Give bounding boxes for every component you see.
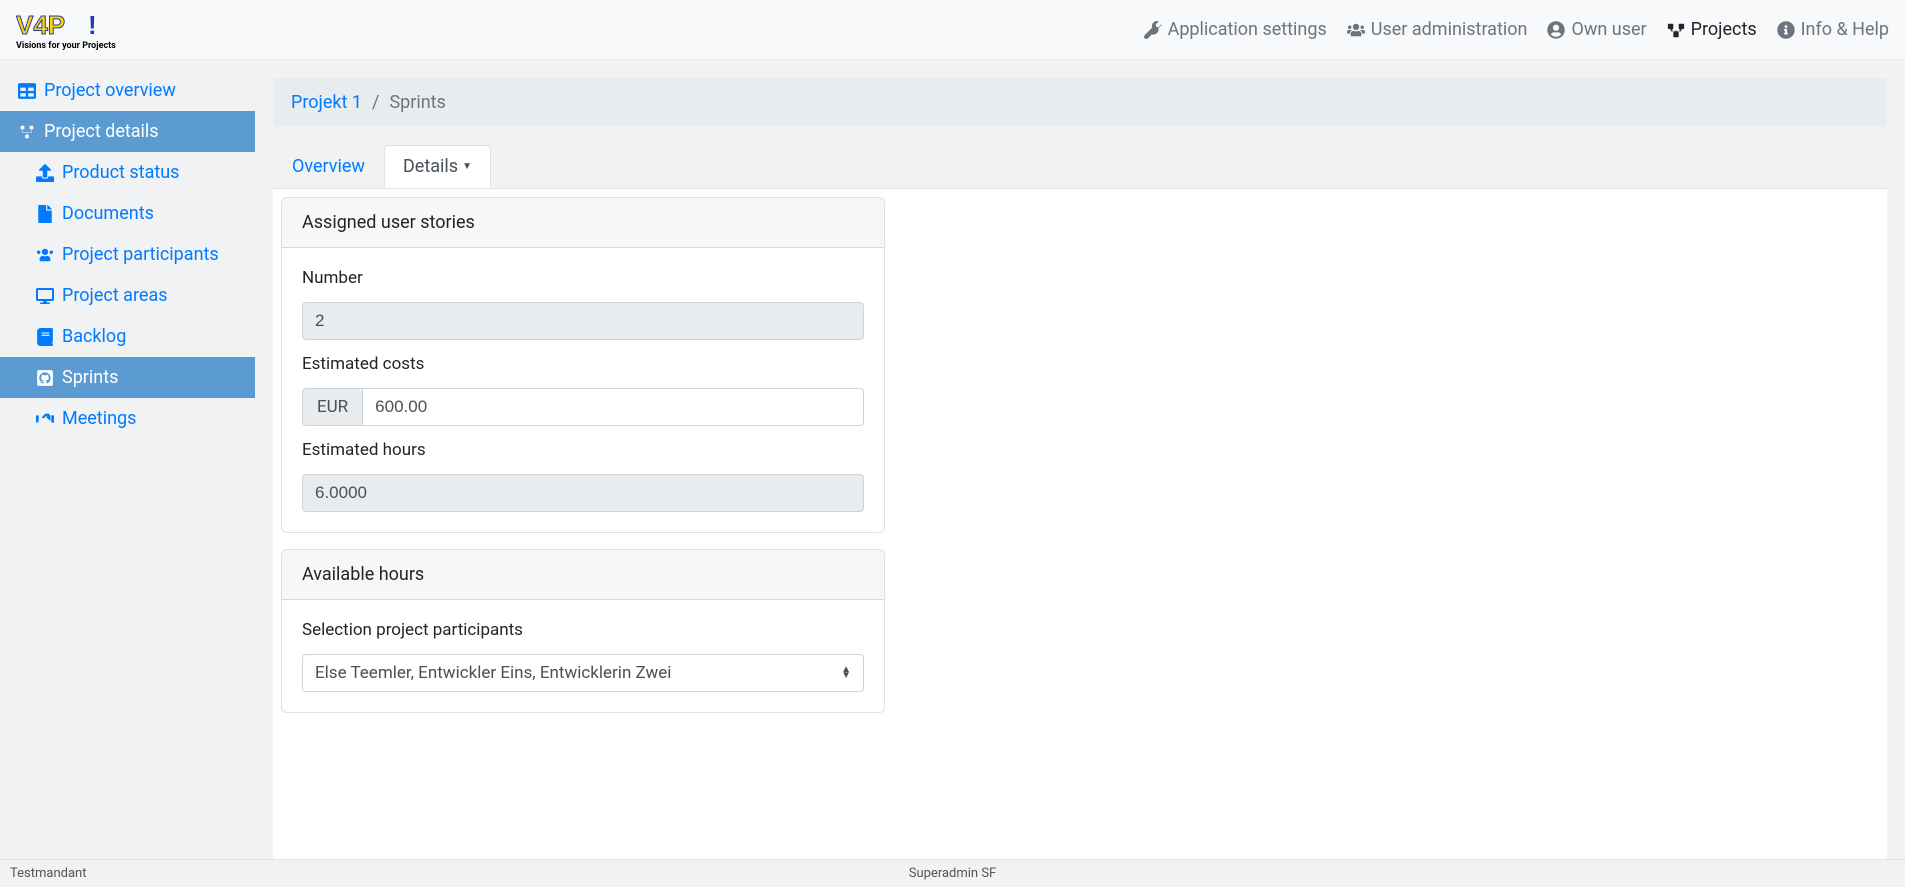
sidebar-label: Backlog bbox=[62, 326, 126, 347]
field-number bbox=[302, 302, 864, 340]
nav-projects[interactable]: Projects bbox=[1667, 19, 1757, 40]
wrench-icon bbox=[1144, 21, 1162, 39]
label-selection-participants: Selection project participants bbox=[302, 620, 864, 640]
info-circle-icon bbox=[1777, 21, 1795, 39]
breadcrumb-current: Sprints bbox=[389, 92, 445, 113]
nav-app-settings[interactable]: Application settings bbox=[1144, 19, 1327, 40]
card-assigned-user-stories: Assigned user stories Number Estimated c… bbox=[281, 197, 885, 533]
nav-label: Projects bbox=[1691, 19, 1757, 40]
sidebar-label: Sprints bbox=[62, 367, 118, 388]
nav-user-admin[interactable]: User administration bbox=[1347, 19, 1528, 40]
tab-label: Overview bbox=[292, 156, 365, 177]
label-number: Number bbox=[302, 268, 864, 288]
currency-prefix: EUR bbox=[302, 388, 362, 426]
footer-user: Superadmin SF bbox=[909, 866, 997, 881]
sidebar-item-backlog[interactable]: Backlog bbox=[0, 316, 255, 357]
sidebar-label: Project areas bbox=[62, 285, 168, 306]
sidebar-label: Product status bbox=[62, 162, 179, 183]
svg-text:V4P: V4P bbox=[16, 10, 65, 40]
card-available-hours: Available hours Selection project partic… bbox=[281, 549, 885, 713]
tabs: Overview Details ▼ bbox=[273, 145, 1887, 188]
card-header: Available hours bbox=[282, 550, 884, 600]
sidebar-item-project-participants[interactable]: Project participants bbox=[0, 234, 255, 275]
breadcrumb: Projekt 1 / Sprints bbox=[273, 78, 1887, 127]
caret-down-icon: ▼ bbox=[462, 161, 472, 172]
tab-content-scroll[interactable]: Assigned user stories Number Estimated c… bbox=[273, 189, 1887, 859]
nav-label: Application settings bbox=[1168, 19, 1327, 40]
sidebar-item-project-areas[interactable]: Project areas bbox=[0, 275, 255, 316]
sidebar-item-sprints[interactable]: Sprints bbox=[0, 357, 255, 398]
sidebar-label: Meetings bbox=[62, 408, 136, 429]
tab-label: Details bbox=[403, 156, 458, 177]
main-content: Projekt 1 / Sprints Overview Details ▼ A… bbox=[255, 60, 1905, 859]
tab-details[interactable]: Details ▼ bbox=[384, 145, 491, 188]
footer: Testmandant Superadmin SF bbox=[0, 859, 1905, 887]
sidebar-item-documents[interactable]: Documents bbox=[0, 193, 255, 234]
label-est-hours: Estimated hours bbox=[302, 440, 864, 460]
select-participants[interactable]: Else Teemler, Entwickler Eins, Entwickle… bbox=[302, 654, 864, 692]
footer-tenant: Testmandant bbox=[10, 866, 86, 881]
navbar: V4P ! Visions for your Projects Applicat… bbox=[0, 0, 1905, 60]
nav-label: Own user bbox=[1571, 19, 1646, 40]
nav-label: User administration bbox=[1371, 19, 1528, 40]
tab-overview[interactable]: Overview bbox=[273, 145, 384, 188]
sidebar-label: Project participants bbox=[62, 244, 219, 265]
breadcrumb-separator: / bbox=[372, 92, 379, 113]
select-value: Else Teemler, Entwickler Eins, Entwickle… bbox=[315, 663, 671, 683]
select-caret-icon: ▲▼ bbox=[841, 667, 851, 679]
breadcrumb-project-link[interactable]: Projekt 1 bbox=[291, 92, 362, 113]
sidebar-item-project-overview[interactable]: Project overview bbox=[0, 70, 255, 111]
svg-text:Visions for your Projects: Visions for your Projects bbox=[16, 41, 116, 51]
field-est-costs bbox=[362, 388, 864, 426]
sidebar: Project overview Project details Product… bbox=[0, 60, 255, 859]
nav-info-help[interactable]: Info & Help bbox=[1777, 19, 1889, 40]
sidebar-label: Project details bbox=[44, 121, 159, 142]
sidebar-item-project-details[interactable]: Project details bbox=[0, 111, 255, 152]
nav-own-user[interactable]: Own user bbox=[1547, 19, 1646, 40]
svg-text:!: ! bbox=[88, 10, 97, 40]
project-diagram-icon bbox=[1667, 21, 1685, 39]
app-logo[interactable]: V4P ! Visions for your Projects bbox=[16, 8, 146, 52]
sidebar-item-meetings[interactable]: Meetings bbox=[0, 398, 255, 439]
sidebar-label: Project overview bbox=[44, 80, 176, 101]
sidebar-item-product-status[interactable]: Product status bbox=[0, 152, 255, 193]
field-est-hours bbox=[302, 474, 864, 512]
label-est-costs: Estimated costs bbox=[302, 354, 864, 374]
nav-right: Application settings User administration… bbox=[1144, 19, 1889, 40]
nav-label: Info & Help bbox=[1801, 19, 1889, 40]
card-header: Assigned user stories bbox=[282, 198, 884, 248]
logo-icon: V4P ! Visions for your Projects bbox=[16, 8, 146, 52]
sidebar-label: Documents bbox=[62, 203, 154, 224]
users-icon bbox=[1347, 21, 1365, 39]
user-circle-icon bbox=[1547, 21, 1565, 39]
